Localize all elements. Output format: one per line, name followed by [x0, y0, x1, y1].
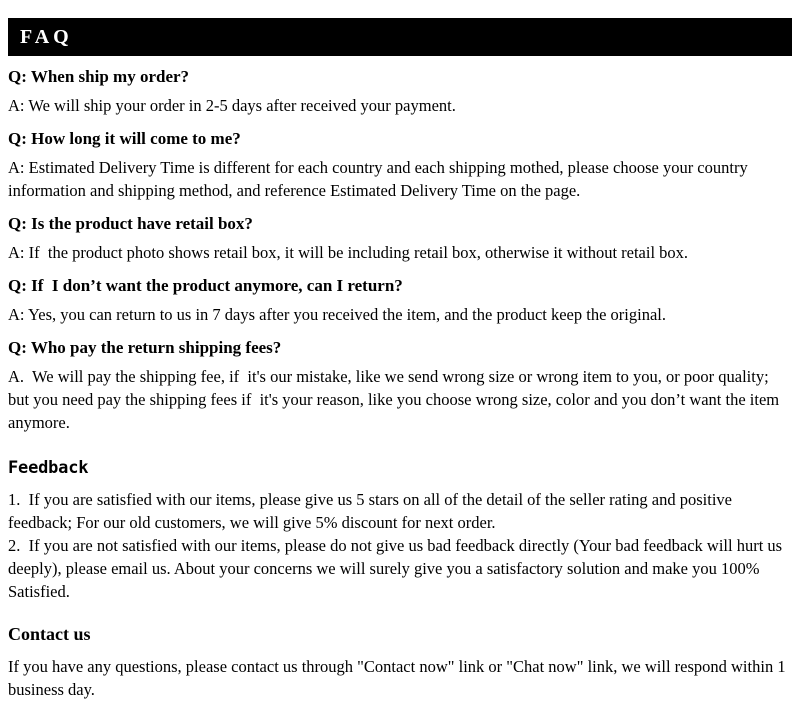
faq-entry-returns: Q: If I don’t want the product anymore, …	[8, 275, 792, 326]
feedback-item-1: 1. If you are satisfied with our items, …	[8, 490, 737, 532]
faq-answer: A: Yes, you can return to us in 7 days a…	[8, 305, 666, 324]
faq-answer: A: We will ship your order in 2-5 days a…	[8, 96, 456, 115]
feedback-item-2: 2. If you are not satisfied with our ite…	[8, 536, 787, 601]
faq-answer: A. We will pay the shipping fee, if it's…	[8, 367, 784, 432]
contact-body: If you have any questions, please contac…	[8, 657, 790, 699]
faq-question: Q: Is the product have retail box?	[8, 214, 253, 233]
faq-answer: A: If the product photo shows retail box…	[8, 243, 689, 262]
feedback-heading: Feedback	[8, 458, 89, 478]
faq-list: Q: When ship my order? A: We will ship y…	[8, 66, 792, 434]
page-title: FAQ	[20, 26, 73, 48]
faq-entry-retail-box: Q: Is the product have retail box? A: If…	[8, 213, 792, 264]
feedback-section: Feedback 1. If you are satisfied with ou…	[8, 457, 792, 603]
contact-section: Contact us If you have any questions, pl…	[8, 623, 792, 701]
faq-question: Q: How long it will come to me?	[8, 129, 241, 148]
faq-question: Q: If I don’t want the product anymore, …	[8, 276, 403, 295]
faq-answer: A: Estimated Delivery Time is different …	[8, 158, 752, 200]
faq-page: FAQ Q: When ship my order? A: We will sh…	[0, 18, 800, 718]
contact-heading: Contact us	[8, 624, 91, 644]
faq-question: Q: When ship my order?	[8, 67, 190, 86]
faq-header-bar: FAQ	[8, 18, 792, 56]
faq-entry-return-shipping-fees: Q: Who pay the return shipping fees? A. …	[8, 337, 792, 434]
faq-question: Q: Who pay the return shipping fees?	[8, 338, 282, 357]
faq-entry-shipping-time: Q: When ship my order? A: We will ship y…	[8, 66, 792, 117]
faq-entry-delivery-duration: Q: How long it will come to me? A: Estim…	[8, 128, 792, 202]
